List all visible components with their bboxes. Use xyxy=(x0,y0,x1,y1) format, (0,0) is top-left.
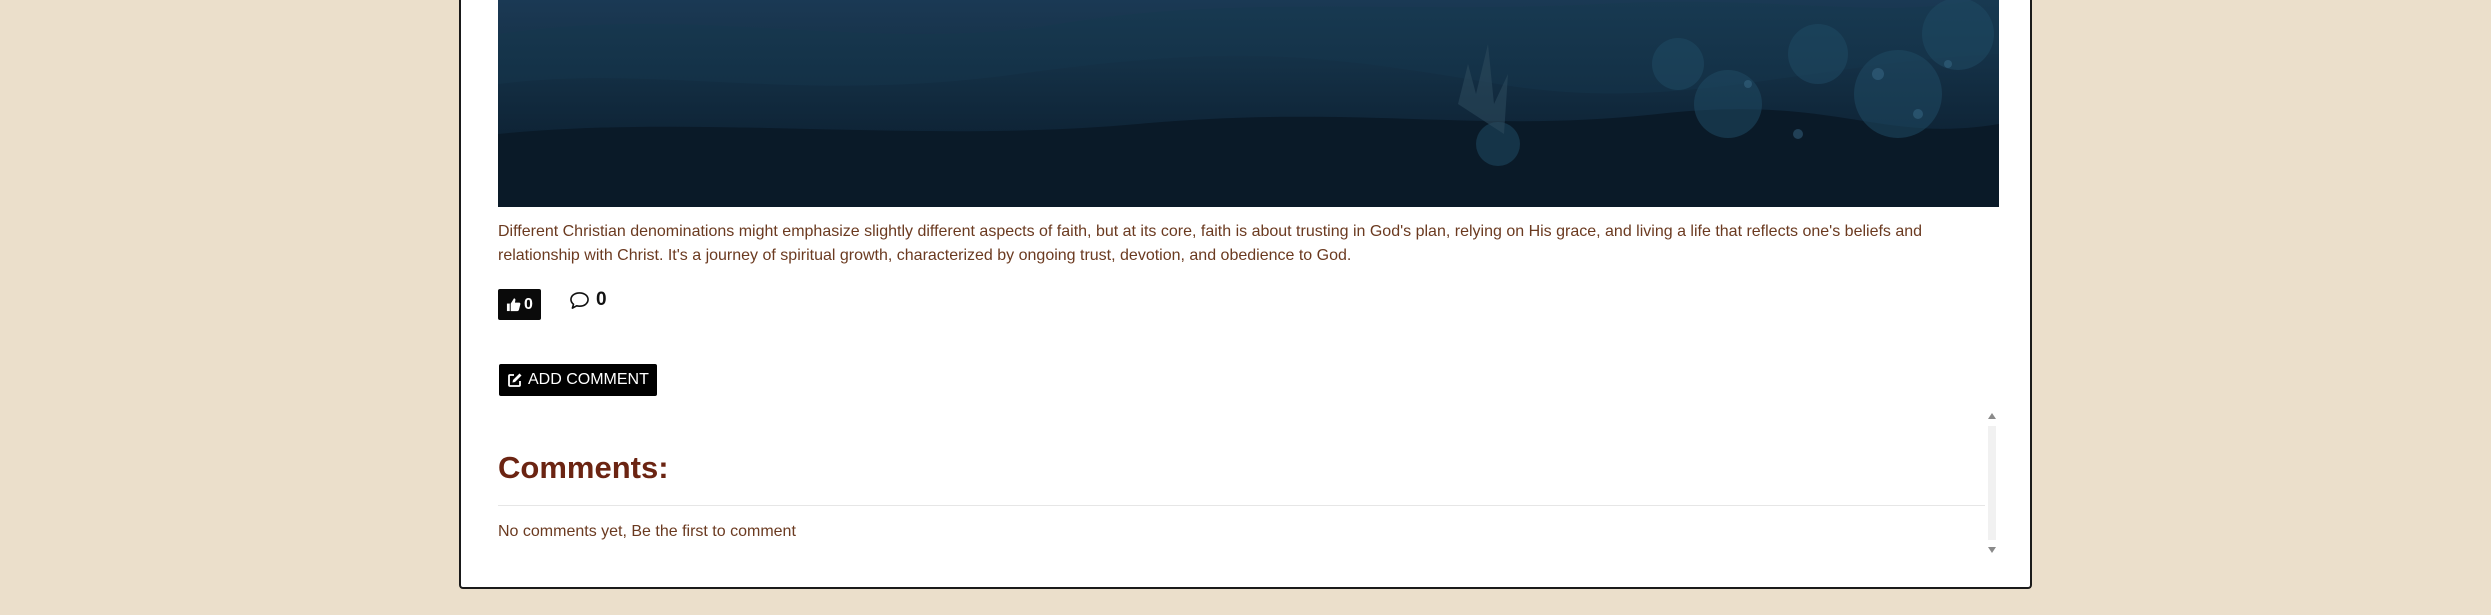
add-comment-button[interactable]: ADD COMMENT xyxy=(499,364,657,396)
edit-square-icon xyxy=(508,373,522,387)
add-comment-label: ADD COMMENT xyxy=(528,371,649,388)
thumbs-up-icon xyxy=(506,298,521,312)
comments-scrollbar[interactable] xyxy=(1988,426,1996,540)
comments-heading: Comments: xyxy=(498,450,669,485)
no-comments-message: No comments yet, Be the first to comment xyxy=(498,523,796,540)
like-button[interactable]: 0 xyxy=(498,289,541,320)
comments-section: Comments: No comments yet, Be the first … xyxy=(498,404,1999,566)
like-count: 0 xyxy=(524,295,533,313)
post-body-text: Different Christian denominations might … xyxy=(498,223,1923,264)
comment-count: 0 xyxy=(596,289,607,310)
comment-bubble-icon xyxy=(570,291,589,309)
scroll-down-arrow-icon[interactable] xyxy=(1985,544,1999,556)
scroll-up-arrow-icon[interactable] xyxy=(1985,410,1999,422)
comment-count-link[interactable]: 0 xyxy=(569,288,607,312)
post-image xyxy=(498,0,1999,207)
post-card: Different Christian denominations might … xyxy=(459,0,2032,589)
comments-divider xyxy=(498,505,1985,506)
